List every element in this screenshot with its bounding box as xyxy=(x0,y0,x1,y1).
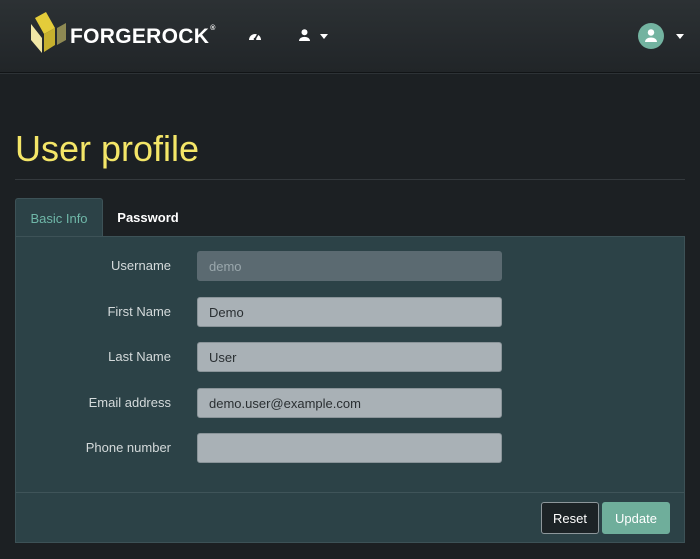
first-name-label: First Name xyxy=(107,304,171,319)
top-navbar: FORGEROCK® xyxy=(0,0,700,73)
title-divider xyxy=(15,179,685,180)
form-row-username: Username xyxy=(16,251,686,283)
form-row-first-name: First Name xyxy=(16,297,686,329)
last-name-field[interactable] xyxy=(197,342,502,372)
phone-label: Phone number xyxy=(85,440,171,455)
tab-basic-info[interactable]: Basic Info xyxy=(15,198,103,237)
first-name-field[interactable] xyxy=(197,297,502,327)
chevron-down-icon xyxy=(320,34,328,39)
reset-button[interactable]: Reset xyxy=(541,502,599,534)
brand-name[interactable]: FORGEROCK® xyxy=(70,25,216,49)
username-label: Username xyxy=(111,258,171,273)
registered-mark: ® xyxy=(210,25,216,32)
basic-info-panel: Username First Name Last Name Email addr… xyxy=(15,236,685,543)
email-label: Email address xyxy=(88,395,171,410)
last-name-label: Last Name xyxy=(108,349,171,364)
update-button[interactable]: Update xyxy=(602,502,670,534)
forgerock-logo-icon[interactable] xyxy=(28,12,68,54)
form-row-email: Email address xyxy=(16,388,686,420)
form-row-last-name: Last Name xyxy=(16,342,686,374)
username-field[interactable] xyxy=(197,251,502,281)
avatar-button[interactable] xyxy=(638,23,664,49)
account-chevron-down-icon[interactable] xyxy=(676,34,684,39)
dashboard-icon[interactable] xyxy=(248,30,262,41)
tab-password[interactable]: Password xyxy=(104,198,192,237)
avatar-user-icon xyxy=(645,29,657,42)
page-title: User profile xyxy=(15,128,200,169)
user-menu-dropdown[interactable] xyxy=(299,27,333,45)
phone-field[interactable] xyxy=(197,433,502,463)
panel-footer-divider xyxy=(16,492,684,493)
email-field[interactable] xyxy=(197,388,502,418)
form-row-phone: Phone number xyxy=(16,433,686,465)
brand-text: FORGEROCK xyxy=(70,25,210,48)
user-icon xyxy=(299,29,310,41)
